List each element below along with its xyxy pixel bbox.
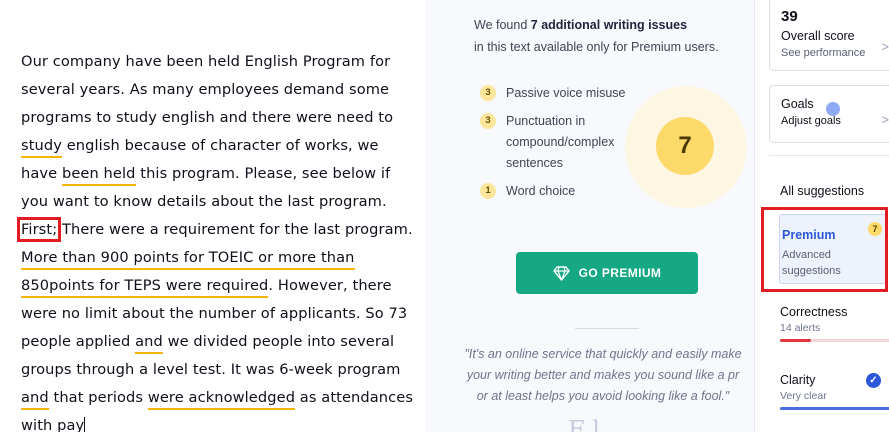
editor-line[interactable]: programs to study english and there were… [21,104,416,132]
testimonial-source-logo: F l [568,416,600,432]
category-progress-bar [780,407,889,410]
editor-text-run[interactable]: people applied [21,333,135,350]
editor-line[interactable]: More than 900 points for TOEIC or more t… [21,244,416,272]
editor-text-run[interactable]: english because of character of works, w… [62,137,379,154]
premium-issues-summary: We found 7 additional writing issues in … [474,14,744,58]
premium-upsell-panel: We found 7 additional writing issues in … [425,0,754,432]
editor-text-run[interactable]: There were a requirement for the last pr… [57,221,413,238]
overall-score-label: Overall score [781,29,855,43]
goals-indicator-dot [826,102,840,116]
editor-text-run[interactable]: you want to know details about the last … [21,193,387,210]
editor-text-run[interactable]: . However, there [268,277,391,294]
editor-text-run[interactable]: as attendances [295,389,413,406]
editor-text-run[interactable]: this program. Please, see below if [136,165,391,182]
issue-label: Punctuation in compound/complex sentence… [506,114,615,170]
category-subtitle: 14 alerts [780,322,821,334]
found-suffix: in this text available only for Premium … [474,40,719,54]
highlight-box [761,207,888,292]
flagged-text-highlight[interactable]: been held [61,165,136,186]
editor-line[interactable]: Our company have been held English Progr… [21,48,416,76]
issue-item: 1 Word choice [480,181,630,202]
category-title: Correctness [780,305,848,319]
editor-line[interactable]: 850points for TEPS were required. Howeve… [21,272,416,300]
flagged-text-highlight[interactable]: and [135,333,163,354]
check-circle-icon: ✓ [866,373,881,388]
assistant-sidebar: 39 Overall score See performance > Goals… [754,0,889,432]
clarity-tab[interactable]: Clarity ✓ Very clear [780,373,889,410]
highlighted-word[interactable]: First; [16,217,62,242]
editor-text-run[interactable]: with pay [21,417,84,432]
flagged-text-highlight[interactable]: More than 900 points for TOEIC or more t… [21,249,355,270]
category-progress-fill [780,407,889,410]
editor-line[interactable]: and that periods were acknowledged as at… [21,384,416,412]
editor-text-body[interactable]: Our company have been held English Progr… [16,48,416,432]
quote-line: "It's an online service that quickly and… [464,347,742,361]
category-progress-bar [780,339,889,342]
goals-title: Goals [781,97,814,111]
testimonial-quote: "It's an online service that quickly and… [443,344,754,407]
editor-line[interactable]: with pay [21,412,416,432]
editor-text-run[interactable]: programs to study english and there were… [21,109,393,126]
quote-line: your writing better and makes you sound … [466,368,740,382]
issue-label: Passive voice misuse [506,86,626,100]
all-suggestions-tab[interactable]: All suggestions [780,184,864,198]
correctness-tab[interactable]: Correctness 14 alerts [780,305,889,342]
see-performance-link[interactable]: See performance [781,47,865,59]
editor-line[interactable]: were no limit about the number of applic… [21,300,416,328]
go-premium-button[interactable]: GO PREMIUM [516,252,698,294]
editor-text-run[interactable]: were no limit about the number of applic… [21,305,407,322]
issue-count-badge: 3 [480,85,496,101]
editor-line[interactable]: you want to know details about the last … [21,188,416,216]
premium-issue-list: 3 Passive voice misuse 3 Punctuation in … [480,83,630,209]
editor-text-run[interactable]: Our company have been held English Progr… [21,53,390,70]
editor-line[interactable]: have been held this program. Please, see… [21,160,416,188]
go-premium-label: GO PREMIUM [578,266,662,280]
editor-line[interactable]: people applied and we divided people int… [21,328,416,356]
category-progress-fill [780,339,811,342]
issue-item: 3 Passive voice misuse [480,83,630,104]
category-subtitle: Very clear [780,390,827,402]
editor-text-run[interactable]: we divided people into several [163,333,395,350]
editor-line[interactable]: study english because of character of wo… [21,132,416,160]
quote-line: or at least helps you avoid looking like… [476,389,730,403]
document-editor[interactable]: Our company have been held English Progr… [0,0,425,432]
adjust-goals-link[interactable]: Adjust goals [781,115,841,127]
overall-score-card[interactable]: 39 Overall score See performance > [769,0,889,71]
issue-count-badge: 1 [480,183,496,199]
chevron-right-icon: > [881,112,889,127]
flagged-text-highlight[interactable]: and [21,389,49,410]
goals-card[interactable]: Goals Adjust goals > [769,85,889,143]
editor-text-run[interactable]: groups through a level test. It was 6-we… [21,361,400,378]
overall-score-value: 39 [781,8,798,25]
flagged-text-highlight[interactable]: were acknowledged [147,389,296,410]
editor-line[interactable]: several years. As many employees demand … [21,76,416,104]
issue-label: Word choice [506,184,576,198]
divider [575,328,639,329]
flagged-text-highlight[interactable]: study [21,137,62,158]
text-cursor [84,417,86,432]
found-count-text: 7 additional writing issues [530,18,688,32]
issue-count-badge: 3 [480,113,496,129]
editor-text-run[interactable]: that periods [49,389,148,406]
issue-total-circle: 7 [656,117,714,175]
issue-item: 3 Punctuation in compound/complex senten… [480,111,630,174]
divider [769,155,889,156]
found-prefix: We found [474,18,531,32]
flagged-text-highlight[interactable]: 850points for TEPS were required [21,277,269,298]
editor-line[interactable]: groups through a level test. It was 6-we… [21,356,416,384]
chevron-right-icon: > [881,39,889,54]
editor-line[interactable]: First; There were a requirement for the … [16,216,416,244]
diamond-icon [552,265,570,281]
editor-text-run[interactable]: several years. As many employees demand … [21,81,389,98]
editor-text-run[interactable]: have [21,165,62,182]
